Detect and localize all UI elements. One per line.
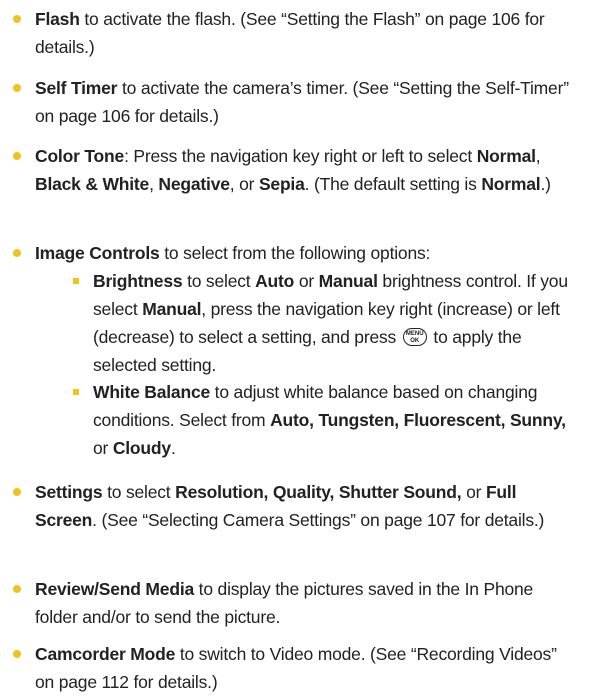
term-self-timer: Self Timer bbox=[35, 78, 118, 98]
option-auto: Auto bbox=[255, 271, 295, 291]
item-text: or bbox=[294, 271, 319, 291]
option-black-white: Black & White bbox=[35, 174, 150, 194]
list-item-text: Review/Send Media to display the picture… bbox=[35, 575, 576, 631]
item-text: , bbox=[535, 146, 541, 166]
term-camcorder-mode: Camcorder Mode bbox=[35, 644, 176, 664]
list-item-text: Camcorder Mode to switch to Video mode. … bbox=[35, 640, 576, 696]
bullet-icon bbox=[13, 585, 21, 593]
option-cloudy: Cloudy bbox=[112, 438, 171, 458]
option-normal: Normal bbox=[476, 146, 536, 166]
bullet-icon bbox=[13, 249, 21, 257]
option-manual: Manual bbox=[318, 271, 378, 291]
term-brightness: Brightness bbox=[93, 271, 183, 291]
bullet-icon bbox=[13, 15, 21, 23]
bullet-icon bbox=[13, 650, 21, 658]
term-color-tone: Color Tone bbox=[35, 146, 125, 166]
term-settings: Settings bbox=[35, 482, 103, 502]
manual-page: Flash to activate the flash. (See “Setti… bbox=[0, 0, 590, 693]
option-sepia: Sepia bbox=[258, 174, 305, 194]
item-text: : Press the navigation key right or left… bbox=[124, 146, 477, 166]
option-list: Resolution, Quality, Shutter Sound, bbox=[175, 482, 462, 502]
item-text: . bbox=[170, 438, 176, 458]
item-text: .) bbox=[540, 174, 551, 194]
item-text: . (See “Selecting Camera Settings” on pa… bbox=[92, 510, 545, 530]
term-white-balance: White Balance bbox=[93, 382, 211, 402]
square-bullet-icon bbox=[73, 278, 79, 284]
list-item-text: Settings to select Resolution, Quality, … bbox=[35, 478, 576, 534]
item-text: or bbox=[93, 438, 113, 458]
menu-ok-key-icon: MENU OK bbox=[402, 328, 427, 346]
item-text: or bbox=[461, 482, 486, 502]
option-list: Auto, Tungsten, Fluorescent, Sunny, bbox=[270, 410, 566, 430]
bullet-icon bbox=[13, 152, 21, 160]
item-text: . (The default setting is bbox=[304, 174, 482, 194]
sub-item-text: Brightness to select Auto or Manual brig… bbox=[93, 267, 578, 379]
term-review-send-media: Review/Send Media bbox=[35, 579, 195, 599]
bullet-icon bbox=[13, 488, 21, 496]
option-manual-2: Manual bbox=[142, 299, 202, 319]
item-text: to select bbox=[102, 482, 176, 502]
item-description: to select from the following options: bbox=[159, 243, 431, 263]
menu-key-bottom-label: OK bbox=[410, 338, 420, 344]
sub-item-text: White Balance to adjust white balance ba… bbox=[93, 378, 578, 462]
list-item-text: Self Timer to activate the camera’s time… bbox=[35, 74, 576, 130]
term-flash: Flash bbox=[35, 9, 80, 29]
bullet-icon bbox=[13, 84, 21, 92]
option-negative: Negative bbox=[158, 174, 230, 194]
list-item-text: Flash to activate the flash. (See “Setti… bbox=[35, 5, 576, 61]
option-normal-default: Normal bbox=[481, 174, 541, 194]
item-text: to select bbox=[182, 271, 256, 291]
menu-key-top-label: MENU bbox=[405, 330, 424, 337]
square-bullet-icon bbox=[73, 389, 79, 395]
list-item-text: Image Controls to select from the follow… bbox=[35, 239, 576, 267]
term-image-controls: Image Controls bbox=[35, 243, 160, 263]
list-item-text: Color Tone: Press the navigation key rig… bbox=[35, 142, 576, 198]
item-description: to activate the flash. (See “Setting the… bbox=[35, 9, 545, 57]
item-text: , or bbox=[229, 174, 259, 194]
